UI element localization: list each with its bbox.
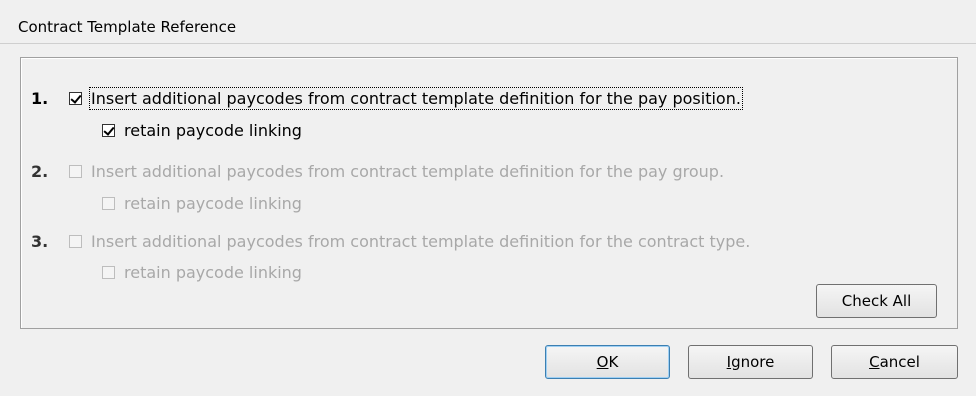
option-2-checkbox[interactable]	[69, 164, 82, 178]
option-1-number: 1.	[31, 88, 49, 108]
cancel-accelerator: C	[869, 353, 880, 371]
window-title: Contract Template Reference	[18, 18, 237, 36]
ok-button[interactable]: OK	[545, 345, 670, 379]
option-2-label[interactable]: Insert additional paycodes from contract…	[91, 162, 724, 181]
check-all-button[interactable]: Check All	[816, 284, 937, 318]
ignore-button[interactable]: Ignore	[688, 345, 813, 379]
option-3-checkbox[interactable]	[69, 234, 82, 248]
cancel-label-rest: ancel	[879, 353, 920, 371]
option-2-retain-row: retain paycode linking	[102, 192, 302, 214]
option-1-checkbox[interactable]	[69, 91, 82, 105]
option-1-retain-row: retain paycode linking	[102, 119, 302, 141]
option-2-retain-checkbox[interactable]	[102, 196, 115, 210]
option-2-number: 2.	[31, 161, 49, 181]
option-3-label[interactable]: Insert additional paycodes from contract…	[91, 232, 750, 251]
option-2-row: 2. Insert additional paycodes from contr…	[31, 160, 724, 182]
title-bar: Contract Template Reference	[0, 0, 976, 44]
option-3-retain-checkbox[interactable]	[102, 265, 115, 279]
option-3-retain-label[interactable]: retain paycode linking	[124, 263, 302, 282]
option-1-label[interactable]: Insert additional paycodes from contract…	[89, 86, 743, 110]
option-1-row: 1. Insert additional paycodes from contr…	[31, 86, 743, 110]
cancel-button[interactable]: Cancel	[831, 345, 958, 379]
option-3-row: 3. Insert additional paycodes from contr…	[31, 230, 750, 252]
option-3-number: 3.	[31, 231, 49, 251]
options-group: 1. Insert additional paycodes from contr…	[20, 57, 958, 329]
option-2-retain-label[interactable]: retain paycode linking	[124, 194, 302, 213]
contract-template-reference-dialog: Contract Template Reference 1. Insert ad…	[0, 0, 976, 396]
ok-label-rest: K	[608, 353, 619, 371]
option-1-retain-checkbox[interactable]	[102, 123, 115, 137]
option-3-retain-row: retain paycode linking	[102, 261, 302, 283]
option-1-retain-label[interactable]: retain paycode linking	[124, 121, 302, 140]
ok-accelerator: O	[596, 353, 609, 371]
ignore-label-rest: gnore	[731, 353, 775, 371]
